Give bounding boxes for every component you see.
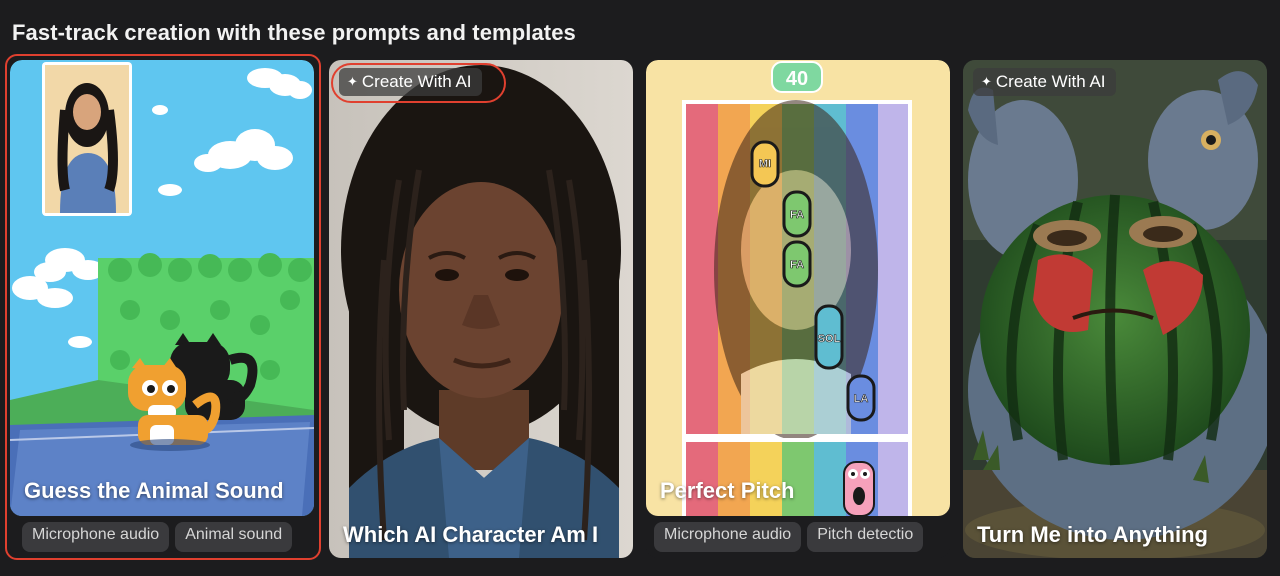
create-with-ai-badge[interactable]: ✦ Create With AI — [339, 68, 482, 96]
template-card-ai-character[interactable]: ✦ Create With AI Which AI Character Am I — [329, 60, 633, 558]
note-fa-1: FA — [790, 209, 804, 221]
card-thumbnail — [963, 60, 1267, 558]
template-card-animal-sound[interactable]: Guess the Animal Sound Microphone audio … — [10, 60, 314, 558]
note-fa-2: FA — [790, 259, 804, 271]
card-title: Turn Me into Anything — [977, 522, 1208, 547]
badge-label: Create With AI — [361, 72, 472, 91]
template-card-perfect-pitch[interactable]: 40 MI FA FA SOL LA Perfect Pitch Microph… — [646, 60, 950, 558]
badge-label: Create With AI — [995, 72, 1106, 91]
note-la: LA — [854, 393, 869, 405]
card-title: Guess the Animal Sound — [24, 478, 284, 503]
tag-microphone-audio: Microphone audio — [22, 522, 170, 552]
card-title: Which AI Character Am I — [343, 522, 599, 547]
card-thumbnail — [10, 60, 314, 516]
sparkle-icon: ✦ — [347, 74, 358, 89]
tag-animal-sound: Animal sound — [175, 522, 293, 552]
card-thumbnail: 40 MI FA FA SOL LA — [646, 60, 950, 516]
create-with-ai-badge[interactable]: ✦ Create With AI — [973, 68, 1116, 96]
sparkle-icon: ✦ — [981, 74, 992, 89]
note-sol: SOL — [818, 333, 841, 345]
card-thumbnail — [329, 60, 633, 558]
template-card-turn-me-into-anything[interactable]: ✦ Create With AI Turn Me into Anything — [963, 60, 1267, 558]
note-mi: MI — [759, 158, 771, 170]
tag-pitch-detection: Pitch detectio — [807, 522, 924, 552]
tag-list: Microphone audio Animal sound — [22, 522, 314, 552]
section-title: Fast-track creation with these prompts a… — [12, 20, 576, 45]
tag-microphone-audio: Microphone audio — [654, 522, 802, 552]
score-counter: 40 — [786, 68, 808, 90]
card-title: Perfect Pitch — [660, 478, 795, 503]
tag-list: Microphone audio Pitch detectio — [654, 522, 950, 552]
